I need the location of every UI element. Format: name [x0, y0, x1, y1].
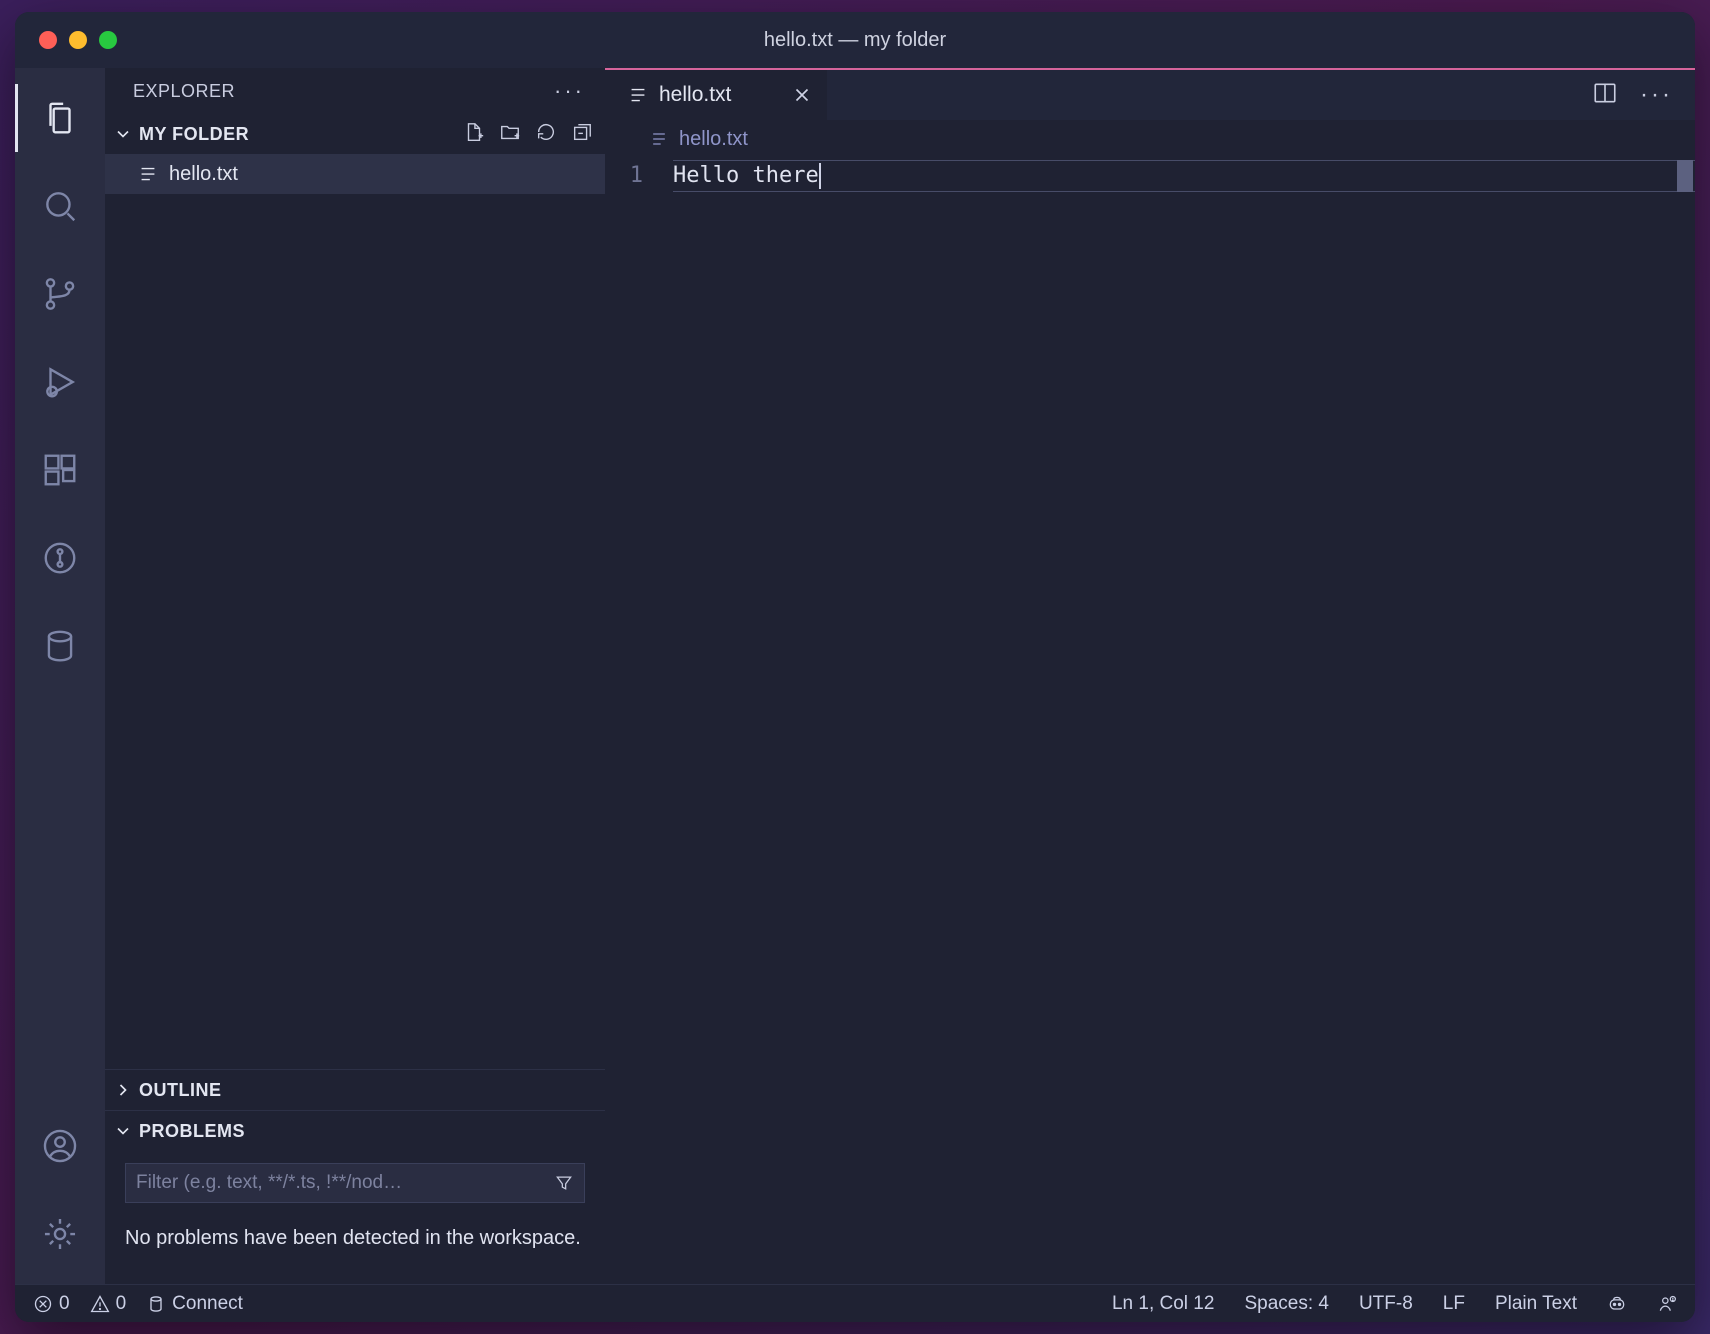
copilot-icon — [1607, 1294, 1627, 1314]
files-icon — [41, 99, 79, 137]
error-icon — [33, 1294, 53, 1314]
problems-filter — [125, 1163, 585, 1203]
activity-explorer[interactable] — [15, 74, 105, 162]
status-errors[interactable]: 0 — [33, 1293, 70, 1315]
problems-section-header[interactable]: PROBLEMS — [105, 1111, 605, 1151]
editor-group: hello.txt ··· hello.txt 1 — [605, 68, 1695, 1284]
sidebar-title: EXPLORER — [133, 81, 235, 102]
outline-section-header[interactable]: OUTLINE — [105, 1070, 605, 1110]
tab-close-button[interactable] — [791, 84, 813, 106]
status-feedback[interactable] — [1657, 1294, 1677, 1314]
status-copilot[interactable] — [1607, 1294, 1627, 1314]
editor-tabs: hello.txt ··· — [605, 68, 1695, 120]
split-editor-button[interactable] — [1592, 80, 1618, 111]
status-warnings[interactable]: 0 — [90, 1293, 127, 1315]
remote-icon — [146, 1294, 166, 1314]
scrollbar-thumb[interactable] — [1677, 160, 1693, 192]
chevron-down-icon — [113, 124, 133, 144]
editor-body[interactable]: 1 Hello there — [605, 158, 1695, 1284]
refresh-button[interactable] — [535, 121, 557, 148]
status-cursor-position[interactable]: Ln 1, Col 12 — [1112, 1293, 1214, 1315]
titlebar: hello.txt — my folder — [15, 12, 1695, 68]
collapse-icon — [571, 121, 593, 143]
remote-label: Connect — [172, 1293, 243, 1315]
window-controls — [15, 31, 117, 49]
status-encoding[interactable]: UTF-8 — [1359, 1293, 1413, 1315]
new-file-icon — [463, 121, 485, 143]
filter-icon[interactable] — [554, 1173, 574, 1193]
cursor — [819, 163, 821, 189]
collapse-all-button[interactable] — [571, 121, 593, 148]
activity-bar — [15, 68, 105, 1284]
sidebar-title-row: EXPLORER ··· — [105, 68, 605, 114]
code-line[interactable]: Hello there — [673, 160, 1695, 192]
main: EXPLORER ··· MY FOLDER — [15, 68, 1695, 1284]
activity-run-debug[interactable] — [15, 338, 105, 426]
chevron-down-icon — [113, 1121, 133, 1141]
maximize-window-button[interactable] — [99, 31, 117, 49]
branch-icon — [41, 275, 79, 313]
minimize-window-button[interactable] — [69, 31, 87, 49]
search-icon — [41, 187, 79, 225]
activity-accounts[interactable] — [15, 1102, 105, 1190]
app-window: hello.txt — my folder — [15, 12, 1695, 1322]
warning-count: 0 — [116, 1293, 127, 1315]
activity-settings[interactable] — [15, 1190, 105, 1278]
editor-more-button[interactable]: ··· — [1640, 81, 1673, 109]
activity-git-graph[interactable] — [15, 514, 105, 602]
activity-source-control[interactable] — [15, 250, 105, 338]
git-graph-icon — [41, 539, 79, 577]
text-file-icon — [649, 129, 669, 149]
activity-database[interactable] — [15, 602, 105, 690]
account-icon — [41, 1127, 79, 1165]
sidebar: EXPLORER ··· MY FOLDER — [105, 68, 605, 1284]
activity-search[interactable] — [15, 162, 105, 250]
text-file-icon — [137, 163, 159, 185]
status-eol[interactable]: LF — [1443, 1293, 1465, 1315]
person-alert-icon — [1657, 1294, 1677, 1314]
outline-label: OUTLINE — [139, 1080, 222, 1101]
error-count: 0 — [59, 1293, 70, 1315]
new-file-button[interactable] — [463, 121, 485, 148]
problems-body: No problems have been detected in the wo… — [105, 1151, 605, 1284]
debug-icon — [41, 363, 79, 401]
extensions-icon — [41, 451, 79, 489]
window-title: hello.txt — my folder — [764, 29, 946, 52]
close-window-button[interactable] — [39, 31, 57, 49]
explorer-more-button[interactable]: ··· — [554, 78, 585, 104]
editor-tab[interactable]: hello.txt — [605, 70, 827, 120]
activity-extensions[interactable] — [15, 426, 105, 514]
new-folder-icon — [499, 121, 521, 143]
status-bar: 0 0 Connect Ln 1, Col 12 Spaces: 4 UTF-8 — [15, 1284, 1695, 1322]
new-folder-button[interactable] — [499, 121, 521, 148]
tab-label: hello.txt — [659, 83, 731, 107]
breadcrumb[interactable]: hello.txt — [605, 120, 1695, 158]
status-remote[interactable]: Connect — [146, 1293, 243, 1315]
text-file-icon — [627, 84, 649, 106]
breadcrumb-label: hello.txt — [679, 128, 748, 151]
split-editor-icon — [1592, 80, 1618, 106]
problems-label: PROBLEMS — [139, 1121, 245, 1142]
code-area[interactable]: Hello there — [673, 158, 1695, 1284]
code-text: Hello there — [673, 160, 819, 192]
file-tree-item[interactable]: hello.txt — [105, 154, 605, 194]
warning-icon — [90, 1294, 110, 1314]
line-gutter: 1 — [605, 158, 673, 1284]
status-indentation[interactable]: Spaces: 4 — [1244, 1293, 1329, 1315]
refresh-icon — [535, 121, 557, 143]
status-language[interactable]: Plain Text — [1495, 1293, 1577, 1315]
gear-icon — [41, 1215, 79, 1253]
line-number: 1 — [605, 160, 643, 192]
database-icon — [41, 627, 79, 665]
problems-message: No problems have been detected in the wo… — [125, 1223, 585, 1254]
folder-section-header[interactable]: MY FOLDER — [105, 114, 605, 154]
folder-name: MY FOLDER — [139, 124, 249, 145]
chevron-right-icon — [113, 1080, 133, 1100]
problems-filter-input[interactable] — [136, 1172, 554, 1194]
close-icon — [791, 84, 813, 106]
file-name: hello.txt — [169, 163, 238, 186]
